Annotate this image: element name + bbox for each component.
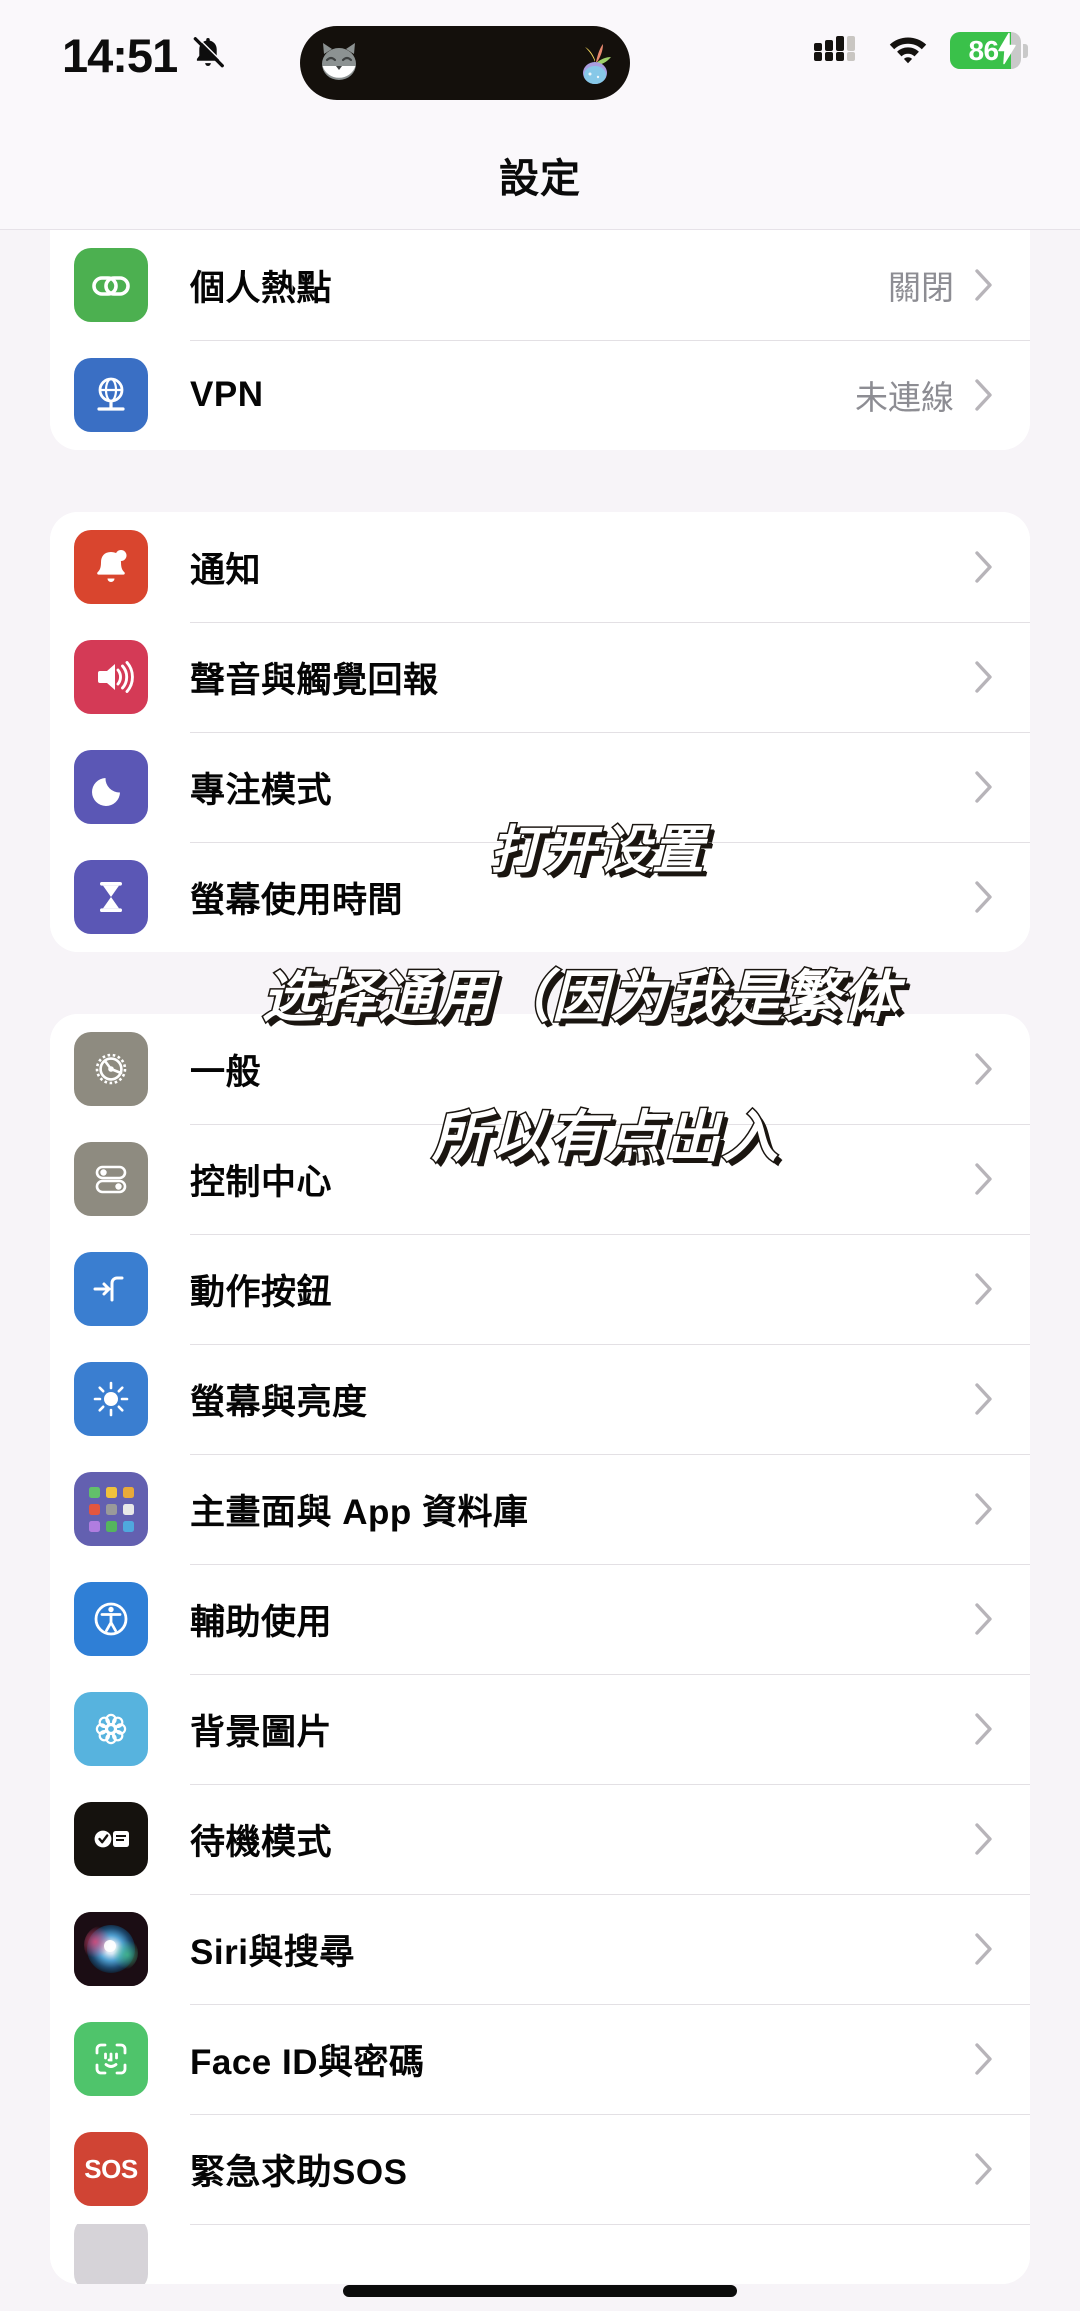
- battery-cap: [1023, 43, 1028, 58]
- settings-row-label: 專注模式: [190, 770, 333, 810]
- brightness-icon: [74, 1362, 148, 1436]
- settings-row-label: 一般: [190, 1052, 262, 1092]
- speaker-waves-icon: [74, 640, 148, 714]
- settings-row-home-screen-app-library[interactable]: 主畫面與 App 資料庫: [50, 1454, 1030, 1564]
- settings-row-screen-time[interactable]: 螢幕使用時間: [50, 842, 1030, 952]
- chevron-right-icon: [974, 1492, 994, 1526]
- page-title: 設定: [499, 156, 581, 201]
- settings-row-label: 通知: [190, 550, 262, 590]
- settings-row-label: 螢幕使用時間: [190, 880, 404, 920]
- bell-slash-icon: [189, 34, 227, 77]
- chevron-right-icon: [974, 1822, 994, 1856]
- chevron-right-icon: [974, 1932, 994, 1966]
- chevron-right-icon: [974, 770, 994, 804]
- settings-row-standby[interactable]: 待機模式: [50, 1784, 1030, 1894]
- cat-face-icon: [314, 38, 364, 88]
- settings-row-vpn[interactable]: VPN 未連線: [50, 340, 1030, 450]
- settings-row-label: 主畫面與 App 資料庫: [190, 1492, 529, 1532]
- settings-group-system: 一般 控制中心 動作按鈕 螢幕與亮度 主畫面與 App 資料庫 輔助使用 背景圖…: [50, 1014, 1030, 2284]
- settings-row-value: 關閉: [888, 269, 954, 306]
- chevron-right-icon: [974, 378, 994, 412]
- app-grid-icon: [74, 1472, 148, 1546]
- chevron-right-icon: [974, 1602, 994, 1636]
- control-center-icon: [74, 1142, 148, 1216]
- status-time: 14:51: [62, 29, 178, 82]
- hourglass-icon: [74, 860, 148, 934]
- chevron-right-icon: [974, 2152, 994, 2186]
- face-id-icon: [74, 2022, 148, 2096]
- app-grid-dots: [88, 1486, 134, 1532]
- dynamic-island[interactable]: [300, 26, 630, 100]
- plant-sprout-icon: [574, 40, 616, 86]
- accessibility-icon: [74, 1582, 148, 1656]
- sos-label: SOS: [84, 2153, 138, 2184]
- chevron-right-icon: [974, 1382, 994, 1416]
- settings-row-display-brightness[interactable]: 螢幕與亮度: [50, 1344, 1030, 1454]
- settings-row-label: 待機模式: [190, 1822, 333, 1862]
- gear-icon: [74, 1032, 148, 1106]
- chevron-right-icon: [974, 550, 994, 584]
- hotspot-icon: [74, 248, 148, 322]
- settings-row-label: VPN: [190, 375, 264, 414]
- settings-row-label: 背景圖片: [190, 1712, 333, 1752]
- bell-icon: [74, 530, 148, 604]
- vpn-globe-icon: [74, 358, 148, 432]
- settings-row-siri-search[interactable]: Siri與搜尋: [50, 1894, 1030, 2004]
- wallpaper-flower-icon: [74, 1692, 148, 1766]
- status-bar-left: 14:51: [62, 28, 227, 83]
- settings-row-label: 螢幕與亮度: [190, 1382, 368, 1422]
- settings-row-face-id-passcode[interactable]: Face ID與密碼: [50, 2004, 1030, 2114]
- status-bar: 14:51 86: [0, 0, 1080, 120]
- moon-icon: [74, 750, 148, 824]
- status-bar-right: 86: [814, 30, 1028, 71]
- settings-row-wallpaper[interactable]: 背景圖片: [50, 1674, 1030, 1784]
- cellular-signal-icon: [814, 30, 866, 71]
- settings-row-personal-hotspot[interactable]: 個人熱點 關閉: [50, 230, 1030, 340]
- settings-group-alerts: 通知 聲音與觸覺回報 專注模式 螢幕使用時間: [50, 512, 1030, 952]
- settings-row-label: Siri與搜尋: [190, 1932, 355, 1972]
- settings-row-label: 聲音與觸覺回報: [190, 660, 439, 700]
- settings-row-label: 緊急求助SOS: [190, 2152, 408, 2192]
- home-indicator[interactable]: [343, 2285, 737, 2297]
- wifi-icon: [884, 30, 932, 71]
- settings-row-label: 動作按鈕: [190, 1272, 333, 1312]
- battery-charging-bolt-icon: [996, 32, 1018, 69]
- settings-list: 個人熱點 關閉 VPN 未連線 通知 聲音與觸覺回報 專注模式 螢幕使用時間 一…: [0, 230, 1080, 2284]
- settings-row-sounds-haptics[interactable]: 聲音與觸覺回報: [50, 622, 1030, 732]
- chevron-right-icon: [974, 1162, 994, 1196]
- settings-row-emergency-sos[interactable]: SOS 緊急求助SOS: [50, 2114, 1030, 2224]
- chevron-right-icon: [974, 660, 994, 694]
- partial-next-icon: [74, 2224, 148, 2284]
- chevron-right-icon: [974, 268, 994, 302]
- chevron-right-icon: [974, 1712, 994, 1746]
- chevron-right-icon: [974, 2042, 994, 2076]
- nav-header: 設定: [0, 120, 1080, 230]
- settings-row-action-button[interactable]: 動作按鈕: [50, 1234, 1030, 1344]
- settings-row-label: Face ID與密碼: [190, 2042, 425, 2082]
- standby-icon: [74, 1802, 148, 1876]
- settings-row-accessibility[interactable]: 輔助使用: [50, 1564, 1030, 1674]
- chevron-right-icon: [974, 1052, 994, 1086]
- sos-icon: SOS: [74, 2132, 148, 2206]
- siri-orb-icon: [74, 1912, 148, 1986]
- settings-row-focus[interactable]: 專注模式: [50, 732, 1030, 842]
- settings-row-control-center[interactable]: 控制中心: [50, 1124, 1030, 1234]
- chevron-right-icon: [974, 1272, 994, 1306]
- action-button-icon: [74, 1252, 148, 1326]
- settings-row-label: 個人熱點: [190, 268, 333, 308]
- settings-group-connectivity: 個人熱點 關閉 VPN 未連線: [50, 230, 1030, 450]
- settings-row-value: 未連線: [855, 379, 954, 416]
- chevron-right-icon: [974, 880, 994, 914]
- battery-indicator: 86: [950, 32, 1028, 70]
- settings-row-label: 控制中心: [190, 1162, 333, 1202]
- settings-row-notifications[interactable]: 通知: [50, 512, 1030, 622]
- settings-row-label: 輔助使用: [190, 1602, 333, 1642]
- settings-row-general[interactable]: 一般: [50, 1014, 1030, 1124]
- settings-row-next-partial[interactable]: [50, 2224, 1030, 2284]
